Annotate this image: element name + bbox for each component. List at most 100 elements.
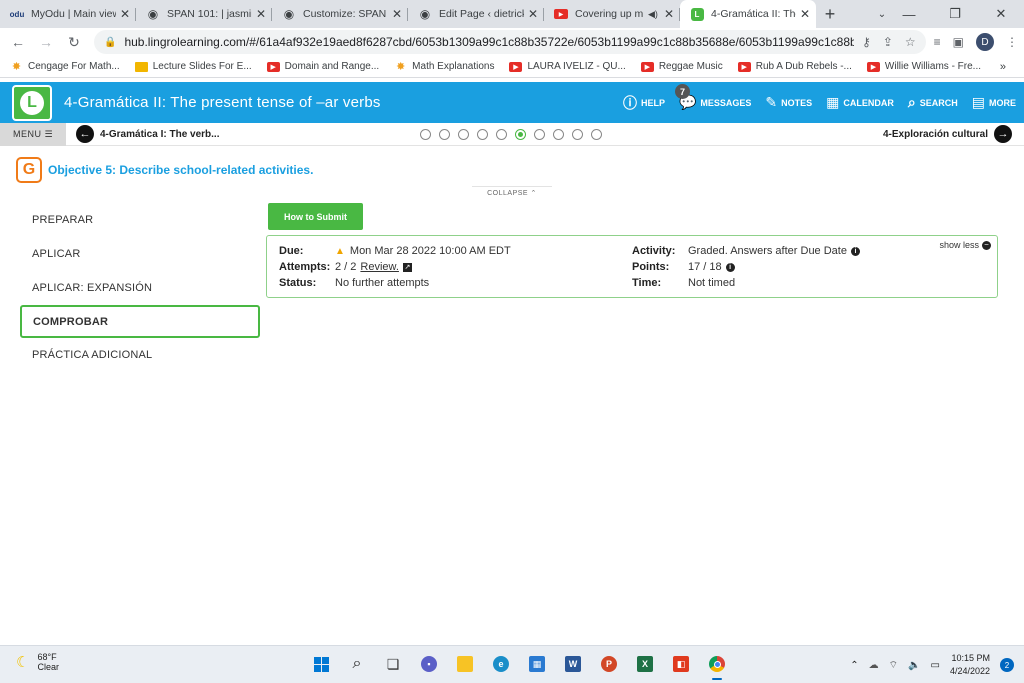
chevron-up-icon[interactable]: ⌃	[850, 660, 858, 671]
profile-avatar[interactable]: D	[976, 33, 994, 51]
bookmark-item[interactable]: ▶ Rub A Dub Rebels -...	[737, 61, 852, 72]
bookmark-item[interactable]: Lecture Slides For E...	[134, 61, 252, 72]
activity-value: Graded. Answers after Due Date	[688, 245, 847, 257]
next-activity-link[interactable]: 4-Exploración cultural →	[883, 125, 1012, 143]
step-dot[interactable]	[591, 129, 602, 140]
restore-icon[interactable]: ❐	[932, 0, 978, 28]
section-aplicar[interactable]: APLICAR	[20, 237, 260, 271]
search-button[interactable]: ⌕ SEARCH	[908, 94, 958, 111]
excel-app[interactable]: X	[632, 651, 658, 677]
new-tab-button[interactable]: +	[816, 0, 844, 28]
powerpoint-app[interactable]: P	[596, 651, 622, 677]
menu-button[interactable]: MENU ☰	[0, 122, 66, 146]
close-tab-icon[interactable]: ✕	[120, 7, 130, 21]
back-button[interactable]: ←	[6, 30, 30, 54]
arrow-left-icon: ←	[76, 125, 94, 143]
reading-list-icon[interactable]: ≡	[934, 35, 941, 49]
browser-tab-covering[interactable]: ▶ Covering up m ◀) ✕	[544, 0, 680, 28]
forward-button[interactable]: →	[34, 30, 58, 54]
close-tab-icon[interactable]: ✕	[256, 7, 266, 21]
bookmark-item[interactable]: ✸ Cengage For Math...	[10, 61, 120, 73]
bookmark-star-icon[interactable]: ☆	[905, 35, 916, 49]
browser-tab-customize[interactable]: ◉ Customize: SPAN 10 ✕	[272, 0, 408, 28]
external-link-icon[interactable]: ↗	[402, 262, 412, 272]
bookmark-item[interactable]: ▶ LAURA IVELIZ - QU...	[509, 61, 626, 72]
browser-tab-span101[interactable]: ◉ SPAN 101: | jasmine ✕	[136, 0, 272, 28]
previous-activity-link[interactable]: ← 4-Gramática I: The verb...	[76, 125, 220, 143]
step-dot[interactable]	[420, 129, 431, 140]
cloud-icon[interactable]: ☁	[869, 660, 879, 671]
step-dot[interactable]	[496, 129, 507, 140]
step-dot[interactable]	[439, 129, 450, 140]
speaker-icon[interactable]: 🔈	[908, 660, 920, 671]
close-tab-icon[interactable]: ✕	[392, 7, 402, 21]
search-taskbar-button[interactable]: ⌕	[344, 651, 370, 677]
close-window-icon[interactable]: ✕	[978, 0, 1024, 28]
kebab-menu-icon[interactable]: ⋮	[1006, 35, 1018, 49]
office-app[interactable]: ◧	[668, 651, 694, 677]
step-dot[interactable]	[458, 129, 469, 140]
section-practica-adicional[interactable]: PRÁCTICA ADICIONAL	[20, 338, 260, 372]
how-to-submit-button[interactable]: How to Submit	[268, 203, 363, 230]
bookmark-item[interactable]: ▶ Reggae Music	[640, 61, 723, 72]
url-text[interactable]: hub.lingrolearning.com/#/61a4af932e19aed…	[124, 35, 854, 49]
section-comprobar[interactable]: COMPROBAR	[20, 305, 260, 338]
bookmark-item[interactable]: ▶ Willie Williams - Fre...	[866, 61, 981, 72]
collapse-toggle[interactable]: COLLAPSE ⌃	[472, 186, 552, 198]
close-tab-icon[interactable]: ✕	[664, 7, 674, 21]
file-explorer-app[interactable]	[452, 651, 478, 677]
powerpoint-icon: P	[601, 656, 617, 672]
wifi-icon[interactable]: ⌔	[889, 659, 898, 672]
lingro-logo[interactable]: L	[12, 84, 52, 121]
reload-button[interactable]: ↻	[62, 30, 86, 54]
share-icon[interactable]: ⇪	[883, 35, 893, 49]
chrome-app[interactable]	[704, 651, 730, 680]
messages-button[interactable]: 7 💬 MESSAGES	[674, 84, 751, 111]
key-icon[interactable]: ⚷	[862, 35, 871, 49]
step-dot[interactable]	[477, 129, 488, 140]
battery-icon[interactable]: ▭	[931, 660, 940, 671]
more-button[interactable]: ▤ MORE	[972, 94, 1016, 111]
browser-tab-myodu[interactable]: odu MyOdu | Main view ✕	[0, 0, 136, 28]
notes-button[interactable]: ✎ NOTES	[765, 94, 812, 111]
star-icon: ✸	[11, 61, 22, 73]
clock[interactable]: 10:15 PM 4/24/2022	[950, 652, 990, 678]
address-bar[interactable]: 🔒 hub.lingrolearning.com/#/61a4af932e19a…	[94, 30, 926, 54]
attempts-label: Attempts:	[279, 261, 331, 273]
objective-text: Objective 5: Describe school-related act…	[48, 163, 314, 177]
section-aplicar-expansion[interactable]: APLICAR: EXPANSIÓN	[20, 271, 260, 305]
extension-icon[interactable]: ▣	[953, 35, 964, 49]
close-tab-icon[interactable]: ✕	[528, 7, 538, 21]
info-icon[interactable]: i	[725, 262, 735, 272]
speaker-icon[interactable]: ◀)	[648, 9, 658, 20]
step-dot[interactable]	[553, 129, 564, 140]
show-less-toggle[interactable]: show less −	[939, 240, 991, 250]
bookmarks-overflow-button[interactable]: »	[1000, 61, 1006, 73]
chat-app[interactable]: ▪	[416, 651, 442, 677]
lock-icon[interactable]: 🔒	[104, 37, 116, 48]
step-dot[interactable]	[534, 129, 545, 140]
bookmark-item[interactable]: ✸ Math Explanations	[394, 61, 494, 73]
store-app[interactable]: ▦	[524, 651, 550, 677]
minimize-icon[interactable]: —	[886, 0, 932, 28]
youtube-icon: ▶	[737, 61, 751, 72]
browser-tab-edit-page[interactable]: ◉ Edit Page ‹ dietrickl ✕	[408, 0, 544, 28]
step-dot[interactable]	[572, 129, 583, 140]
close-tab-icon[interactable]: ✕	[800, 7, 810, 21]
moon-icon: ☾	[16, 654, 30, 671]
weather-widget[interactable]: ☾ 68°F Clear	[16, 652, 59, 672]
help-button[interactable]: ⓘ HELP	[623, 93, 665, 113]
step-dot-current[interactable]	[515, 129, 526, 140]
review-link[interactable]: Review.	[360, 261, 399, 273]
word-app[interactable]: W	[560, 651, 586, 677]
browser-tab-gramatica[interactable]: L 4-Gramática II: The ✕	[680, 0, 816, 28]
grammar-badge-icon: G	[16, 157, 42, 183]
bookmark-item[interactable]: ▶ Domain and Range...	[266, 61, 379, 72]
section-preparar[interactable]: PREPARAR	[20, 203, 260, 237]
start-button[interactable]	[308, 651, 334, 677]
calendar-button[interactable]: ▦ CALENDAR	[826, 94, 894, 111]
notification-badge[interactable]: 2	[1000, 658, 1014, 672]
task-view-button[interactable]: ❏	[380, 651, 406, 677]
edge-app[interactable]: e	[488, 651, 514, 677]
info-icon[interactable]: i	[850, 246, 860, 256]
